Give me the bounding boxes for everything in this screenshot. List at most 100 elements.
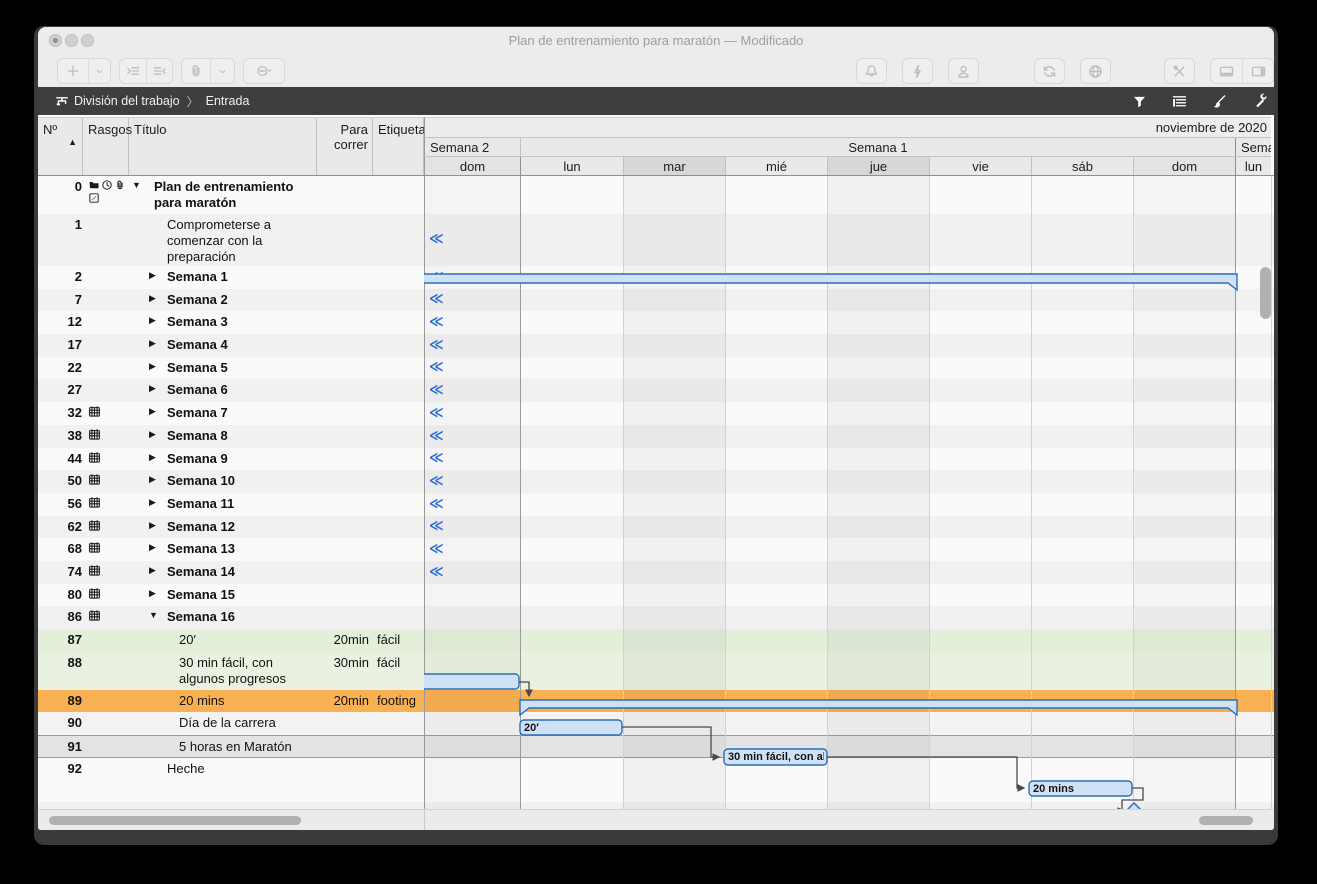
panel-right-button[interactable] — [1242, 59, 1273, 83]
filter-button[interactable] — [1128, 90, 1150, 112]
disclosure-open-icon[interactable]: ▼ — [149, 610, 158, 620]
outdent-icon — [152, 63, 168, 79]
globe-icon — [1087, 63, 1104, 80]
column-header-0[interactable]: Nº▲ — [38, 118, 83, 176]
timeline-week-label[interactable]: Semana 2 — [424, 138, 520, 156]
task-title[interactable]: Comprometerse a comenzar con la preparac… — [167, 217, 317, 265]
outline-hscrollbar-thumb[interactable] — [49, 816, 301, 825]
timeline-week-label[interactable]: Semana 1 — [520, 138, 1235, 156]
task-duration: 30min — [317, 655, 369, 670]
gantt-bar-label: 20′ — [524, 721, 619, 735]
sync-button[interactable] — [1034, 58, 1065, 84]
timeline-day-label[interactable]: sáb — [1031, 157, 1133, 175]
indentation-indent-button[interactable] — [120, 59, 146, 83]
task-title[interactable]: Semana 3 — [167, 314, 317, 330]
disclosure-closed-icon[interactable]: ▶ — [149, 542, 156, 553]
row-number: 88 — [38, 655, 82, 670]
disclosure-closed-icon[interactable]: ▶ — [149, 361, 156, 372]
more-button-group — [243, 58, 285, 84]
task-title[interactable]: Semana 11 — [167, 496, 317, 512]
sort-asc-icon: ▲ — [68, 135, 77, 150]
window-title: Plan de entrenamiento para maratón — Mod… — [38, 27, 1274, 55]
row-number: 17 — [38, 337, 82, 352]
task-title[interactable]: Semana 12 — [167, 519, 317, 535]
task-title[interactable]: 20′ — [179, 632, 317, 648]
disclosure-closed-icon[interactable]: ▶ — [149, 452, 156, 463]
disclosure-closed-icon[interactable]: ▶ — [149, 338, 156, 349]
disclosure-closed-icon[interactable]: ▶ — [149, 474, 156, 485]
timeline-day-label[interactable]: dom — [1133, 157, 1235, 175]
vertical-scrollbar-thumb[interactable] — [1260, 267, 1271, 319]
task-title[interactable]: 30 min fácil, con algunos progresos — [179, 655, 317, 687]
indentation-outdent-button[interactable] — [146, 59, 172, 83]
timeline-day-label[interactable]: vie — [929, 157, 1031, 175]
task-title[interactable]: Semana 6 — [167, 382, 317, 398]
task-title[interactable]: Heche — [167, 761, 317, 777]
task-title[interactable]: Semana 8 — [167, 428, 317, 444]
disclosure-closed-icon[interactable]: ▶ — [149, 406, 156, 417]
task-title[interactable]: 20 mins — [179, 693, 317, 709]
disclosure-closed-icon[interactable]: ▶ — [149, 293, 156, 304]
disclosure-closed-icon[interactable]: ▶ — [149, 270, 156, 281]
person-button[interactable] — [948, 58, 979, 84]
disclosure-closed-icon[interactable]: ▶ — [149, 383, 156, 394]
gantt-day-column — [623, 176, 725, 810]
disclosure-closed-icon[interactable]: ▶ — [149, 520, 156, 531]
gantt-hscrollbar-thumb[interactable] — [1199, 816, 1253, 825]
task-title[interactable]: Semana 1 — [167, 269, 317, 285]
brush-button[interactable] — [1208, 90, 1230, 112]
task-title[interactable]: Semana 15 — [167, 587, 317, 603]
disclosure-closed-icon[interactable]: ▶ — [149, 429, 156, 440]
view-options-button[interactable] — [1168, 90, 1190, 112]
timeline-day-label[interactable]: jue — [827, 157, 929, 175]
row-feature-icons — [88, 473, 130, 486]
breadcrumb-item-entrada[interactable]: Entrada — [206, 94, 250, 108]
disclosure-closed-icon[interactable]: ▶ — [149, 588, 156, 599]
row-number: 1 — [38, 217, 82, 232]
disclosure-closed-icon[interactable]: ▶ — [149, 497, 156, 508]
panel-bottom-button[interactable] — [1211, 59, 1242, 83]
task-title[interactable]: Semana 13 — [167, 541, 317, 557]
task-title[interactable]: Semana 2 — [167, 292, 317, 308]
attach-chevron-down-button[interactable] — [210, 59, 234, 83]
task-title[interactable]: Plan de entrenamiento para maratón — [154, 179, 317, 211]
gantt-day-column — [424, 176, 520, 810]
add-plus-button[interactable] — [58, 59, 88, 83]
bell-button[interactable] — [856, 58, 887, 84]
task-title[interactable]: Semana 10 — [167, 473, 317, 489]
column-header-1[interactable]: Rasgos — [83, 118, 129, 176]
task-title[interactable]: 5 horas en Maratón — [179, 739, 317, 755]
task-title[interactable]: Semana 4 — [167, 337, 317, 353]
timeline-day-label[interactable]: dom — [424, 157, 520, 175]
column-header-4[interactable]: Etiqueta — [373, 118, 424, 176]
more-more-chevron-button[interactable] — [244, 59, 284, 83]
disclosure-closed-icon[interactable]: ▶ — [149, 565, 156, 576]
timeline-day-label[interactable]: lun — [1235, 157, 1271, 175]
disclosure-closed-icon[interactable]: ▶ — [149, 315, 156, 326]
horizontal-scrollbar-track[interactable] — [38, 809, 1274, 830]
column-header-3[interactable]: Para correr — [317, 118, 373, 176]
task-title[interactable]: Semana 9 — [167, 451, 317, 467]
wrench-button[interactable] — [1249, 90, 1271, 112]
timeline-day-label[interactable]: mar — [623, 157, 725, 175]
task-title[interactable]: Semana 5 — [167, 360, 317, 376]
task-title[interactable]: Día de la carrera — [179, 715, 317, 731]
timeline-day-label[interactable]: mié — [725, 157, 827, 175]
titlebar[interactable]: Plan de entrenamiento para maratón — Mod… — [38, 27, 1274, 55]
task-tag: fácil — [377, 632, 400, 647]
task-title[interactable]: Semana 7 — [167, 405, 317, 421]
breadcrumb-item-division[interactable]: División del trabajo — [74, 94, 180, 108]
timeline-week-label[interactable]: Semana 2 — [1235, 138, 1271, 156]
task-title[interactable]: Semana 16 — [167, 609, 317, 625]
add-chevron-down-button[interactable] — [88, 59, 110, 83]
task-title[interactable]: Semana 14 — [167, 564, 317, 580]
tools-button[interactable] — [1164, 58, 1195, 84]
attach-paperclip-button[interactable] — [182, 59, 210, 83]
row-feature-icons — [88, 564, 130, 577]
column-header-2[interactable]: Título — [129, 118, 317, 176]
disclosure-open-icon[interactable]: ▼ — [132, 180, 141, 190]
timeline-day-label[interactable]: lun — [520, 157, 623, 175]
globe-button[interactable] — [1080, 58, 1111, 84]
gantt-day-column — [520, 176, 623, 810]
bolt-button[interactable] — [902, 58, 933, 84]
